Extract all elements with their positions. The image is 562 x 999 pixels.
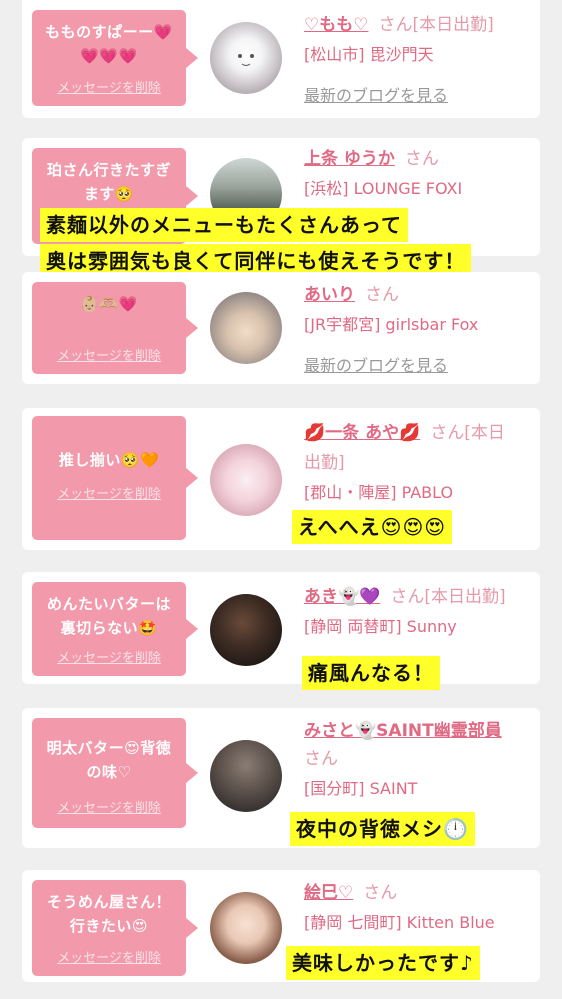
message-text: 👶🏼🫶🏼💗 xyxy=(80,295,138,313)
shop-name: [静岡 七間町] Kitten Blue xyxy=(304,913,495,932)
shop-name: [静岡 両替町] Sunny xyxy=(304,617,457,636)
cast-name-link[interactable]: ♡もも♡ xyxy=(304,15,368,35)
cast-name-link[interactable]: みさと👻SAINT幽霊部員 xyxy=(304,721,502,741)
shop-name: [郡山・陣屋] PABLO xyxy=(304,483,454,502)
message-text: めんたいバターは xyxy=(46,595,171,613)
message-text-line2: 💗💗💗 xyxy=(80,47,138,65)
caption-overlay: えへへえ😍😍😍 xyxy=(292,510,453,544)
caption-overlay: 夜中の背徳メシ🕛 xyxy=(290,812,475,846)
caption-overlay: 美味しかったです♪ xyxy=(286,946,480,980)
message-card: 推し揃い🥺🧡 メッセージを削除 💋一条 あや💋 さん[本日 出勤] [郡山・陣屋]… xyxy=(22,408,540,550)
message-text: 推し揃い🥺🧡 xyxy=(58,451,160,469)
cast-name-link[interactable]: 💋一条 あや💋 xyxy=(304,423,420,443)
blog-link[interactable]: 最新のブログを見る xyxy=(304,352,448,376)
message-text: もものすぱーー💗 xyxy=(45,23,173,41)
avatar[interactable] xyxy=(210,594,282,666)
delete-message-link[interactable]: メッセージを削除 xyxy=(32,647,186,666)
today-badge: [本日出勤] xyxy=(424,587,506,607)
avatar-image xyxy=(238,54,254,66)
message-text-line2: 行きたい😍 xyxy=(69,917,149,935)
message-text: そうめん屋さん！ xyxy=(46,893,171,911)
shop-name: [JR宇都宮] girlsbar Fox xyxy=(304,315,479,334)
cast-name-link[interactable]: 上条 ゆうか xyxy=(304,149,395,169)
delete-message-link[interactable]: メッセージを削除 xyxy=(32,797,186,816)
today-badge: [本日出勤] xyxy=(412,15,494,35)
cast-name-link[interactable]: あき👻💜 xyxy=(304,587,380,607)
caption-overlay: 痛風んなる！ xyxy=(302,656,440,690)
delete-message-link[interactable]: メッセージを削除 xyxy=(32,483,186,502)
message-text-line2: ます🥺 xyxy=(83,185,135,203)
message-card: めんたいバターは 裏切らない🤩 メッセージを削除 あき👻💜 さん[本日出勤] [静岡… xyxy=(22,572,540,684)
delete-message-link[interactable]: メッセージを削除 xyxy=(32,345,186,364)
avatar[interactable] xyxy=(210,444,282,516)
message-bubble: 推し揃い🥺🧡 メッセージを削除 xyxy=(32,416,198,540)
cast-name-link[interactable]: 絵巳♡ xyxy=(304,883,353,903)
message-text-line2: の味♡ xyxy=(86,763,132,781)
message-bubble: めんたいバターは 裏切らない🤩 メッセージを削除 xyxy=(32,582,198,676)
avatar[interactable] xyxy=(210,22,282,94)
message-card: もものすぱーー💗 💗💗💗 メッセージを削除 ♡もも♡ さん[本日出勤] [松山市] … xyxy=(22,0,540,118)
caption-overlay: 素麺以外のメニューもたくさんあって xyxy=(40,208,408,242)
message-bubble: 明太バター😍背徳 の味♡ メッセージを削除 xyxy=(32,718,198,828)
message-text-line2: 裏切らない🤩 xyxy=(60,619,158,637)
cast-name-link[interactable]: あいり xyxy=(304,285,355,305)
shop-name: [浜松] LOUNGE FOXI xyxy=(304,179,463,198)
blog-link[interactable]: 最新のブログを見る xyxy=(304,82,448,106)
shop-name: [国分町] SAINT xyxy=(304,779,418,798)
delete-message-link[interactable]: メッセージを削除 xyxy=(32,947,186,966)
message-text: 珀さん行きたすぎ xyxy=(46,161,171,179)
delete-message-link[interactable]: メッセージを削除 xyxy=(32,77,186,96)
shop-name: [松山市] 毘沙門天 xyxy=(304,45,434,64)
message-card: 👶🏼🫶🏼💗 メッセージを削除 あいり さん [JR宇都宮] girlsbar Fo… xyxy=(22,272,540,384)
message-bubble: そうめん屋さん！ 行きたい😍 メッセージを削除 xyxy=(32,880,198,976)
message-text: 明太バター😍背徳 xyxy=(46,739,172,757)
avatar[interactable] xyxy=(210,740,282,812)
message-bubble: 👶🏼🫶🏼💗 メッセージを削除 xyxy=(32,282,198,374)
message-bubble: もものすぱーー💗 💗💗💗 メッセージを削除 xyxy=(32,10,198,106)
avatar[interactable] xyxy=(210,892,282,964)
avatar[interactable] xyxy=(210,292,282,364)
